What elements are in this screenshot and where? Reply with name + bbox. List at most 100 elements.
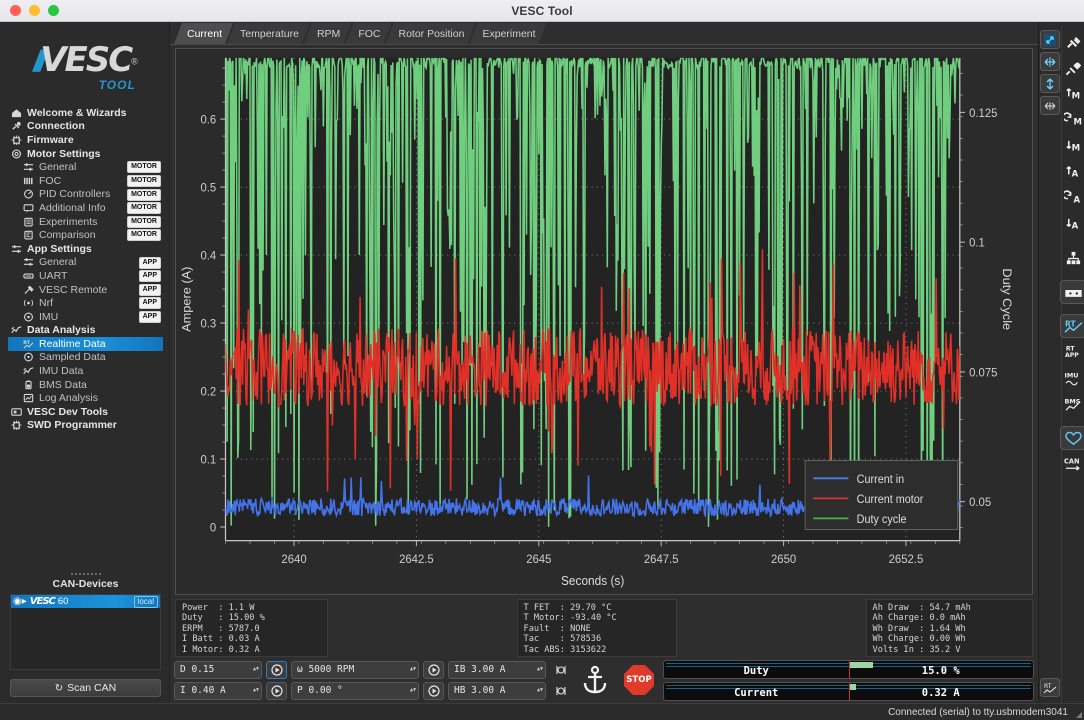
rt-data-button[interactable]: RT (1060, 314, 1084, 338)
sidebar-item-label: PID Controllers (39, 188, 110, 200)
tick-label-y: 0.3 (200, 317, 216, 330)
can-node-icon: ◉▸ (13, 596, 27, 607)
tab-foc[interactable]: FOC (345, 23, 391, 44)
read-app-button[interactable]: A (1060, 160, 1084, 184)
rpm-spinbox[interactable]: ω 5000 RPM ▲▼ (291, 661, 419, 679)
current-apply-button[interactable] (266, 682, 287, 700)
tab-rotor-position[interactable]: Rotor Position (385, 23, 475, 44)
stop-button[interactable]: STOP (619, 660, 659, 700)
sidebar-item-foc[interactable]: FOCMOTOR (8, 174, 163, 188)
default-app-icon: A (1064, 190, 1083, 207)
sidebar-item-experiments[interactable]: ExperimentsMOTOR (8, 215, 163, 229)
tick-label-y2: 0.05 (969, 496, 991, 509)
rt-app-button[interactable]: RTAPP (1060, 340, 1084, 364)
sidebar-item-sampled-data[interactable]: Sampled Data (8, 351, 163, 365)
status-value: 3153622 (570, 645, 606, 655)
sidebar-item-bms-data[interactable]: BMS Data (8, 378, 163, 392)
zoom-both-button[interactable] (1040, 30, 1060, 49)
position-spin-arrows[interactable]: ▲▼ (404, 688, 416, 693)
sidebar-item-general[interactable]: GeneralAPP (8, 256, 163, 270)
duty-apply-button[interactable] (266, 661, 287, 679)
duty-spin-arrows[interactable]: ▲▼ (247, 667, 259, 672)
hb-release-button[interactable] (550, 682, 571, 700)
can-scan-button[interactable] (1060, 246, 1084, 270)
hb-spinbox[interactable]: HB 3.00 A ▲▼ (448, 682, 546, 700)
scan-can-button[interactable]: ↻ Scan CAN (10, 679, 161, 697)
sidebar-item-data-analysis[interactable]: Data Analysis (8, 324, 163, 338)
default-app-button[interactable]: A (1060, 186, 1084, 210)
sidebar-item-imu-data[interactable]: IMU Data (8, 364, 163, 378)
zoom-vertical-button[interactable] (1040, 74, 1060, 93)
sidebar-item-vesc-remote[interactable]: VESC RemoteAPP (8, 283, 163, 297)
status-value: -93.40 °C (570, 613, 617, 623)
current-spinbox[interactable]: I 0.40 A ▲▼ (174, 682, 262, 700)
rpm-apply-button[interactable] (423, 661, 444, 679)
anchor-button[interactable] (575, 660, 615, 700)
current-spin-arrows[interactable]: ▲▼ (247, 688, 259, 693)
action-button-column[interactable]: MMMAAARTRTAPPIMUBMSCAN (1061, 26, 1084, 703)
chart-canvas[interactable]: 00.10.20.30.40.50.60.050.0750.10.1252640… (176, 49, 1032, 594)
disconnect-button[interactable] (1060, 56, 1084, 80)
tick-label-y2: 0.1 (969, 236, 985, 249)
sidebar-item-nrf[interactable]: NrfAPP (8, 296, 163, 310)
sidebar-nav[interactable]: Welcome & WizardsConnectionFirmwareMotor… (8, 106, 163, 432)
tab-current[interactable]: Current (174, 23, 233, 44)
can-device-row[interactable]: ◉▸ VESC 60 local (11, 595, 160, 608)
sidebar-item-comparison[interactable]: ComparisonMOTOR (8, 228, 163, 242)
gauge-current[interactable]: Current0.32 A (663, 682, 1034, 701)
write-motor-button[interactable]: M (1060, 134, 1084, 158)
disconnect-icon (1064, 60, 1083, 77)
sidebar-item-uart[interactable]: UARTAPP (8, 269, 163, 283)
position-apply-button[interactable] (423, 682, 444, 700)
default-motor-button[interactable]: M (1060, 108, 1084, 132)
home-icon (11, 108, 22, 118)
ib-release-button[interactable] (550, 661, 571, 679)
can-devices-list[interactable]: ◉▸ VESC 60 local (10, 594, 161, 670)
duty-spinbox[interactable]: D 0.15 ▲▼ (174, 661, 262, 679)
realtime-plot[interactable]: 00.10.20.30.40.50.60.050.0750.10.1252640… (175, 48, 1033, 595)
can-panel-handle[interactable] (71, 573, 101, 576)
sidebar-item-welcome-wizards[interactable]: Welcome & Wizards (8, 106, 163, 120)
tab-bar[interactable]: CurrentTemperatureRPMFOCRotor PositionEx… (170, 22, 1038, 45)
pan-horizontal-button[interactable] (1040, 96, 1060, 115)
sidebar-item-realtime-data[interactable]: RTRealtime Data (8, 337, 163, 351)
hb-spin-arrows[interactable]: ▲▼ (531, 688, 543, 693)
sidebar-item-app-settings[interactable]: App Settings (8, 242, 163, 256)
sidebar-item-additional-info[interactable]: Additional InfoMOTOR (8, 201, 163, 215)
sidebar-item-pid-controllers[interactable]: PID ControllersMOTOR (8, 188, 163, 202)
controls-button[interactable] (1060, 280, 1084, 304)
bms-button[interactable]: BMS (1060, 392, 1084, 416)
status-value: 0.00 Wh (929, 634, 965, 644)
gauge-duty[interactable]: Duty15.0 % (663, 660, 1034, 679)
can-fwd-button[interactable]: CAN (1060, 452, 1084, 476)
ib-spin-arrows[interactable]: ▲▼ (531, 667, 543, 672)
sidebar-item-connection[interactable]: Connection (8, 120, 163, 134)
sidebar-item-log-analysis[interactable]: Log Analysis (8, 391, 163, 405)
svg-text:IMU: IMU (1064, 371, 1078, 379)
sidebar-item-firmware[interactable]: Firmware (8, 133, 163, 147)
write-app-button[interactable]: A (1060, 212, 1084, 236)
sidebar-item-general[interactable]: GeneralMOTOR (8, 160, 163, 174)
status-line: Wh Charge: 0.00 Wh (873, 634, 1026, 644)
read-motor-button[interactable]: M (1060, 82, 1084, 106)
sidebar-item-imu[interactable]: IMUAPP (8, 310, 163, 324)
sidebar-item-vesc-dev-tools[interactable]: VESC Dev Tools (8, 405, 163, 419)
position-spinbox[interactable]: P 0.00 ° ▲▼ (291, 682, 419, 700)
status-panel-middle: T FET : 29.70 °CT Motor: -93.40 °CFault … (517, 599, 677, 657)
tab-experiment[interactable]: Experiment (469, 23, 546, 44)
compare-icon (22, 230, 35, 241)
imu-button[interactable]: IMU (1060, 366, 1084, 390)
rt-snapshot-button[interactable]: RT (1040, 678, 1060, 697)
connect-button[interactable] (1060, 30, 1084, 54)
view-button-column: RT (1039, 26, 1061, 703)
tab-rpm[interactable]: RPM (304, 23, 351, 44)
sidebar-item-label: Experiments (39, 216, 97, 228)
sidebar-item-motor-settings[interactable]: Motor Settings (8, 147, 163, 161)
rpm-spin-arrows[interactable]: ▲▼ (404, 667, 416, 672)
resize-grip[interactable]: ◢ (1076, 710, 1082, 719)
ib-spinbox[interactable]: IB 3.00 A ▲▼ (448, 661, 546, 679)
tab-temperature[interactable]: Temperature (227, 23, 310, 44)
heart-button[interactable] (1060, 426, 1084, 450)
sidebar-item-swd-programmer[interactable]: SWD Programmer (8, 419, 163, 433)
zoom-horizontal-button[interactable] (1040, 52, 1060, 71)
